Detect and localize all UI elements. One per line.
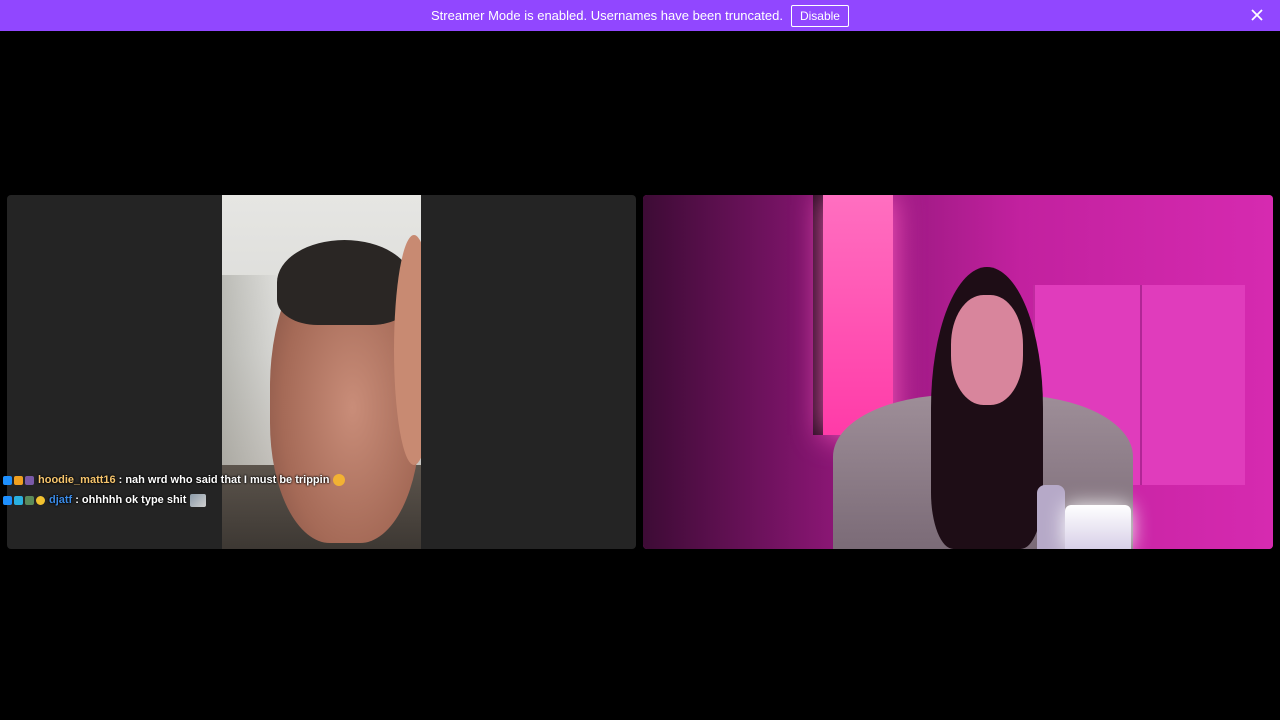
prime-badge-icon: [3, 495, 12, 505]
hair: [277, 240, 412, 325]
close-icon[interactable]: [1250, 8, 1264, 22]
image-emote-icon: [190, 493, 207, 507]
gift-badge-icon: [14, 495, 23, 505]
chat-separator: :: [75, 494, 79, 506]
gift-badge-icon: [14, 475, 23, 485]
sub-badge-icon: [25, 495, 34, 505]
chat-username[interactable]: djatf: [49, 494, 72, 506]
lamp-body: [1037, 485, 1065, 549]
chat-separator: :: [118, 474, 123, 486]
disable-streamer-mode-button[interactable]: Disable: [790, 4, 849, 27]
chat-text: ohhhhh ok type shit: [81, 494, 187, 506]
streamer-mode-message: Streamer Mode is enabled. Usernames have…: [431, 8, 783, 23]
participant-tile-right[interactable]: [643, 195, 1273, 549]
streamer-mode-banner: Streamer Mode is enabled. Usernames have…: [0, 0, 1280, 31]
participant-video-right: [643, 195, 1273, 549]
chat-username[interactable]: hoodie_matt16: [38, 474, 116, 486]
chat-overlay: hoodie_matt16 : nah wrd who said that I …: [3, 470, 603, 510]
prime-badge-icon: [3, 475, 12, 485]
chat-message: hoodie_matt16 : nah wrd who said that I …: [3, 470, 603, 490]
wardrobe-door-split: [1140, 285, 1142, 485]
chat-text: nah wrd who said that I must be trippin: [125, 474, 330, 486]
bits-badge-icon: [36, 495, 45, 505]
chat-message: djatf : ohhhhh ok type shit: [3, 490, 603, 510]
cheer-badge-icon: [25, 475, 34, 485]
lamp-light: [1065, 505, 1131, 549]
monitor-glow: [823, 195, 893, 435]
person-face: [951, 295, 1023, 405]
heart-eyes-emoji-icon: [333, 474, 346, 486]
